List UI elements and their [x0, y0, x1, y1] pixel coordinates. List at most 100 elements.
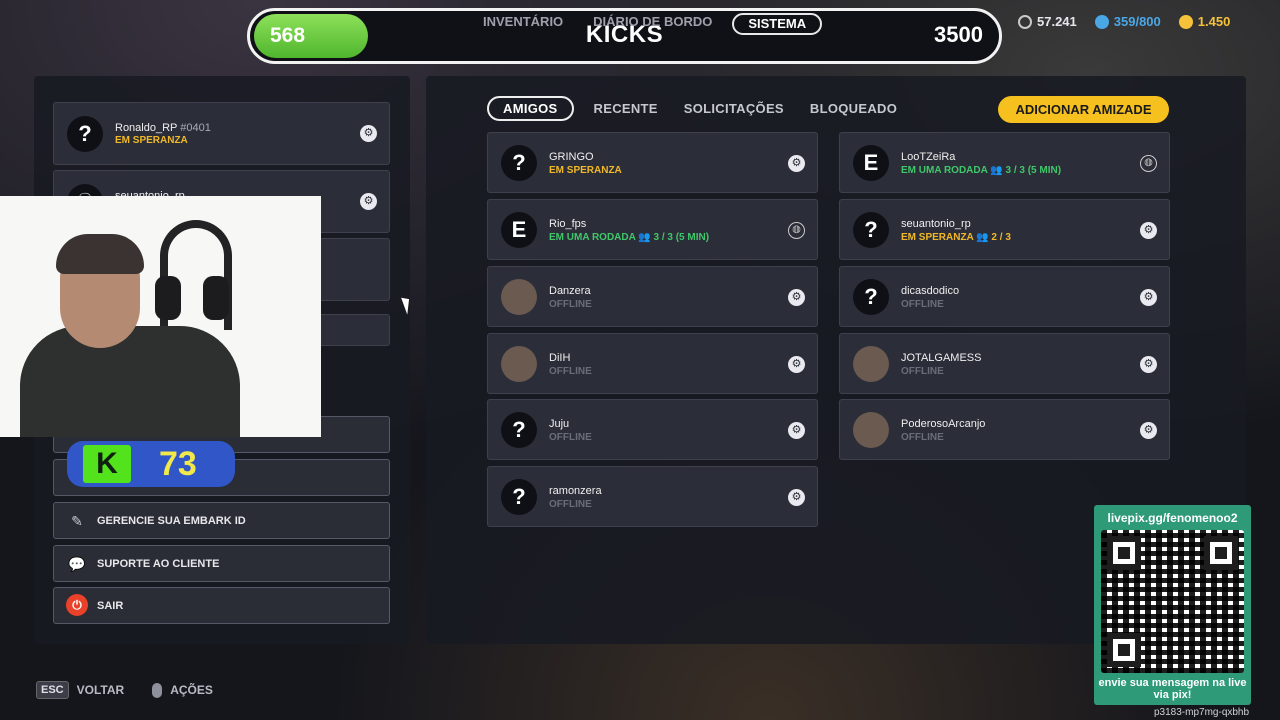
livepix-message: envie sua mensagem na live via pix! [1098, 677, 1247, 701]
friend-avatar-icon: ? [853, 212, 889, 248]
friend-name: seuantonio_rp [901, 218, 971, 230]
edit-id-icon: ✎ [71, 513, 83, 529]
friend-name: ramonzera [549, 485, 602, 497]
tab-bloqueado[interactable]: BLOQUEADO [804, 97, 903, 120]
steam-icon: ⚙ [788, 356, 805, 373]
tab-recente[interactable]: RECENTE [588, 97, 664, 120]
friend-card[interactable]: DiIH OFFLINE ⚙ [487, 333, 818, 394]
currency-credits: 57.241 [1018, 14, 1077, 29]
steam-icon: ⚙ [360, 125, 377, 142]
kick-logo-icon: K [83, 445, 131, 483]
top-navigation: INVENTÁRIO DIÁRIO DE BORDO SISTEMA [483, 13, 823, 35]
globe-icon: ◍ [788, 222, 805, 239]
qr-code-icon [1101, 530, 1244, 673]
actions-label[interactable]: AÇÕES [170, 683, 213, 697]
friend-card[interactable]: ? dicasdodico OFFLINE ⚙ [839, 266, 1170, 327]
friend-avatar-icon: ? [501, 479, 537, 515]
friends-tabs: AMIGOS RECENTE SOLICITAÇÕES BLOQUEADO [487, 96, 903, 121]
back-label[interactable]: VOLTAR [77, 683, 125, 697]
esc-key[interactable]: ESC [36, 681, 69, 699]
credits-value: 57.241 [1037, 14, 1077, 29]
friend-status: OFFLINE [901, 299, 944, 310]
friend-card[interactable]: ? GRINGO EM SPERANZA ⚙ [487, 132, 818, 193]
profile-name: Ronaldo_RP #0401 [115, 122, 211, 134]
friend-avatar-icon: ? [853, 279, 889, 315]
friend-status: OFFLINE [549, 432, 592, 443]
steam-icon: ⚙ [788, 422, 805, 439]
qr-finder-bl [1107, 633, 1141, 667]
steam-icon: ⚙ [788, 155, 805, 172]
friend-card[interactable]: ? Juju OFFLINE ⚙ [487, 399, 818, 460]
livepix-qr-overlay: livepix.gg/fenomenoo2 envie sua mensagem… [1094, 505, 1251, 705]
friend-card[interactable]: ? ramonzera OFFLINE ⚙ [487, 466, 818, 527]
steam-icon: ⚙ [1140, 422, 1157, 439]
token-icon [1094, 14, 1109, 29]
headset-cup-right [203, 276, 229, 320]
manage-embark-id-button[interactable]: ✎ GERENCIE SUA EMBARK ID [53, 502, 390, 539]
friend-avatar-photo [501, 346, 537, 382]
friend-avatar-photo [853, 346, 889, 382]
currency-tokens: 359/800 [1094, 14, 1161, 29]
friend-card[interactable]: E Rio_fps EM UMA RODADA 👥 3 / 3 (5 MIN) ◍ [487, 199, 818, 260]
qr-finder-tl [1107, 536, 1141, 570]
friend-status: EM UMA RODADA 👥 3 / 3 (5 MIN) [901, 165, 1062, 176]
friend-avatar-icon: E [853, 145, 889, 181]
nav-sistema[interactable]: SISTEMA [732, 13, 823, 35]
kick-viewer-count: 73 [159, 444, 197, 483]
profile-avatar: ? [67, 116, 103, 152]
friend-name: Juju [549, 418, 570, 430]
kicks-progress-bar: 568 KICKS 3500 INVENTÁRIO DIÁRIO DE BORD… [247, 8, 1002, 64]
friend-status: EM SPERANZA 👥 2 / 3 [901, 232, 1011, 243]
multiples-value: 1.450 [1197, 14, 1231, 29]
friend-avatar-icon: ? [501, 145, 537, 181]
friend-name: JOTALGAMESS [901, 352, 982, 364]
currency-bar: 57.241 359/800 1.450 [1018, 14, 1230, 29]
steam-icon: ⚙ [1140, 222, 1157, 239]
steam-icon: ⚙ [788, 289, 805, 306]
friend-avatar-icon: E [501, 212, 537, 248]
tab-solicitacoes[interactable]: SOLICITAÇÕES [678, 97, 790, 120]
friend-card[interactable]: PoderosoArcanjo OFFLINE ⚙ [839, 399, 1170, 460]
friend-card[interactable]: JOTALGAMESS OFFLINE ⚙ [839, 333, 1170, 394]
streamer-body [20, 326, 240, 437]
credits-icon [1018, 14, 1032, 29]
friend-name: LooTZeiRa [901, 151, 956, 163]
profile-card[interactable]: ? Ronaldo_RP #0401 EM SPERANZA ⚙ [53, 102, 390, 165]
friend-status: OFFLINE [549, 366, 592, 377]
friend-avatar-photo [853, 412, 889, 448]
support-chat-icon: 💬 [68, 556, 86, 572]
globe-icon: ◍ [1140, 155, 1157, 172]
multiples-icon [1178, 14, 1193, 29]
nav-diario-de-bordo[interactable]: DIÁRIO DE BORDO [593, 13, 712, 35]
manage-embark-id-label: GERENCIE SUA EMBARK ID [97, 515, 246, 527]
streamer-webcam [0, 196, 321, 437]
kick-viewer-badge: K 73 [67, 441, 235, 487]
friend-status: EM SPERANZA [549, 165, 622, 176]
friend-name: DiIH [549, 352, 571, 364]
friend-card[interactable]: Danzera OFFLINE ⚙ [487, 266, 818, 327]
add-friend-button[interactable]: ADICIONAR AMIZADE [998, 96, 1169, 123]
friend-name: PoderosoArcanjo [901, 418, 986, 430]
qr-finder-tr [1204, 536, 1238, 570]
profile-status: EM SPERANZA [115, 135, 188, 146]
livepix-url: livepix.gg/fenomenoo2 [1107, 511, 1238, 525]
currency-multiples: 1.450 [1178, 14, 1231, 29]
friend-status: OFFLINE [901, 366, 944, 377]
friend-card[interactable]: E LooTZeiRa EM UMA RODADA 👥 3 / 3 (5 MIN) ◍ [839, 132, 1170, 193]
steam-icon: ⚙ [1140, 356, 1157, 373]
exit-label: SAIR [97, 600, 124, 612]
friend-name: Danzera [549, 285, 591, 297]
friend-status: OFFLINE [901, 432, 944, 443]
customer-support-button[interactable]: 💬 SUPORTE AO CLIENTE [53, 545, 390, 582]
friend-status: OFFLINE [549, 299, 592, 310]
friend-status: EM UMA RODADA 👥 3 / 3 (5 MIN) [549, 232, 710, 243]
friend-name: Rio_fps [549, 218, 587, 230]
friend-status: OFFLINE [549, 499, 592, 510]
friend-card[interactable]: ? seuantonio_rp EM SPERANZA 👥 2 / 3 ⚙ [839, 199, 1170, 260]
tab-amigos[interactable]: AMIGOS [487, 96, 574, 121]
token-value: 359/800 [1113, 14, 1161, 29]
exit-button[interactable]: ⏻ SAIR [53, 587, 390, 624]
mouse-icon [152, 682, 163, 698]
friend-name: GRINGO [549, 151, 594, 163]
nav-inventario[interactable]: INVENTÁRIO [483, 13, 563, 35]
